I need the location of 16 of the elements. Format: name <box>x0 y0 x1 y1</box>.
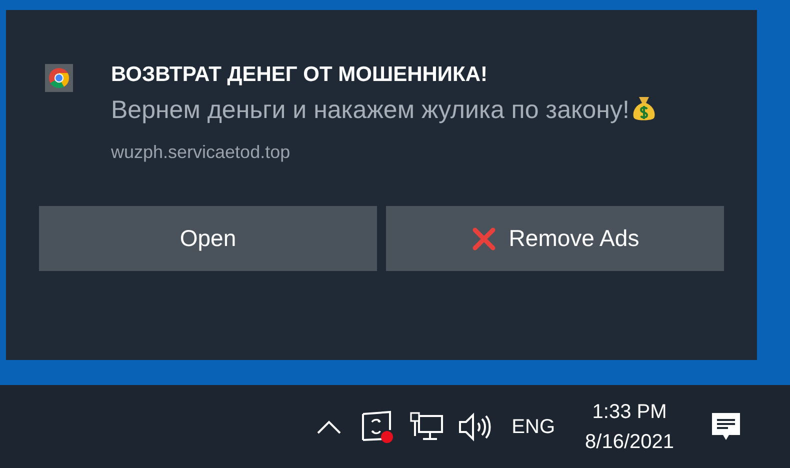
chevron-up-icon[interactable] <box>316 418 342 434</box>
language-indicator[interactable]: ENG <box>512 412 556 442</box>
network-icon[interactable] <box>410 412 444 442</box>
clock-time[interactable]: 1:33 PM <box>592 396 667 426</box>
clock-date[interactable]: 8/16/2021 <box>585 426 674 456</box>
notification-source: wuzph.servicaetod.top <box>111 141 292 164</box>
notification-title: ВОЗВТРАТ ДЕНЕГ ОТ МОШЕННИКА! <box>111 62 488 88</box>
cross-icon <box>470 226 497 252</box>
notification-center-icon[interactable] <box>710 410 742 442</box>
speaker-icon[interactable] <box>458 412 492 442</box>
notification-button[interactable]: Remove Ads <box>386 206 724 271</box>
notification-message: Вернем деньги и накажем жулика по закону! <box>111 96 630 124</box>
money-bag-icon <box>631 94 658 122</box>
sync-icon[interactable] <box>360 410 396 444</box>
browser-icon <box>45 64 73 92</box>
notification-button[interactable]: Open <box>39 206 377 271</box>
